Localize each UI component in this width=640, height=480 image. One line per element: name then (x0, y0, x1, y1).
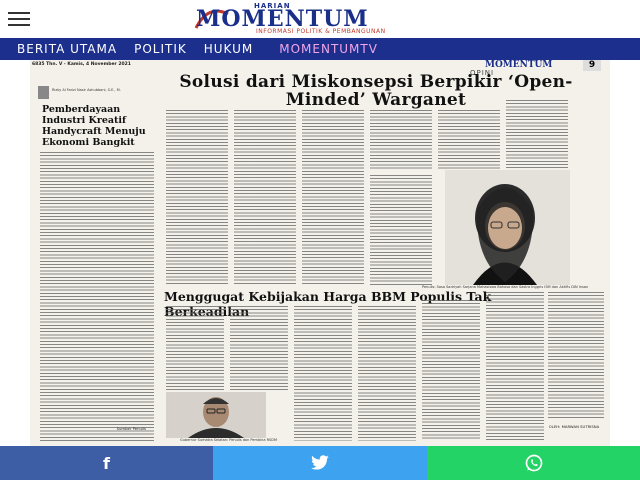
nav-item-politik[interactable]: POLITIK (134, 42, 187, 56)
right-article-footer: OLEH: MARWAN SUTRISNA (548, 424, 600, 429)
second-article-body-col6 (486, 292, 544, 441)
nav-item-momentumtv[interactable]: MOMENTUMTV (279, 42, 378, 56)
nav-item-hukum[interactable]: HUKUM (204, 42, 254, 56)
second-article-body-col2 (230, 306, 288, 390)
share-bar: f (0, 446, 640, 480)
page-mini-logo: MOMENTUM (485, 60, 553, 70)
second-article-body-col1 (166, 306, 224, 390)
site-logo[interactable]: HARIAN MOMENTUM INFORMASI POLITIK & PEMB… (194, 2, 446, 36)
second-article-body-col7 (548, 292, 604, 420)
page-number: 9 (583, 60, 601, 71)
facebook-icon: f (103, 453, 110, 473)
site-header: HARIAN MOMENTUM INFORMASI POLITIK & PEMB… (0, 0, 640, 38)
whatsapp-icon (525, 454, 542, 472)
main-article-body-col6 (506, 100, 568, 168)
second-article-photo (166, 392, 266, 438)
newspaper-page: 6835 Thn. V - Kamis, 4 November 2021 MOM… (30, 60, 610, 446)
author-portrait-image (445, 170, 570, 285)
left-article-footer: Sumber Penulis (116, 426, 146, 431)
main-article-body-col4 (370, 110, 432, 170)
second-photo-caption: Gubernur Sumatra Selatan: Penulis dan Pe… (180, 438, 277, 442)
whatsapp-share-button[interactable] (427, 446, 640, 480)
second-article-body-col5 (422, 300, 480, 441)
issue-line: 6835 Thn. V - Kamis, 4 November 2021 (32, 62, 131, 67)
author-photo-main (445, 170, 570, 285)
main-article-body-col2 (234, 110, 296, 285)
main-nav: BERITA UTAMA POLITIK HUKUM MOMENTUMTV (0, 38, 640, 60)
main-article-body-col3 (302, 110, 364, 285)
nav-item-berita-utama[interactable]: BERITA UTAMA (17, 42, 117, 56)
menu-icon[interactable] (8, 12, 30, 26)
main-article-body-col1 (166, 110, 228, 285)
main-article-body-col5 (438, 110, 500, 170)
second-author-portrait-image (166, 392, 266, 438)
author-caption: Rizky Al Farizi Nasir Ashubbani, S.E., M… (52, 88, 121, 92)
left-article-body (40, 152, 154, 442)
left-article: Rizky Al Farizi Nasir Ashubbani, S.E., M… (38, 86, 156, 446)
twitter-share-button[interactable] (213, 446, 427, 480)
logo-tagline: INFORMASI POLITIK & PEMBANGUNAN (256, 28, 386, 35)
left-article-title: Pemberdayaan Industri Kreatif Handycraft… (42, 104, 146, 148)
twitter-icon (311, 455, 329, 470)
second-article-body-col3 (294, 306, 352, 441)
main-article-body-col7 (370, 175, 432, 285)
facebook-share-button[interactable]: f (0, 446, 213, 480)
second-article-body-col4 (358, 306, 416, 441)
author-photo (38, 86, 49, 99)
